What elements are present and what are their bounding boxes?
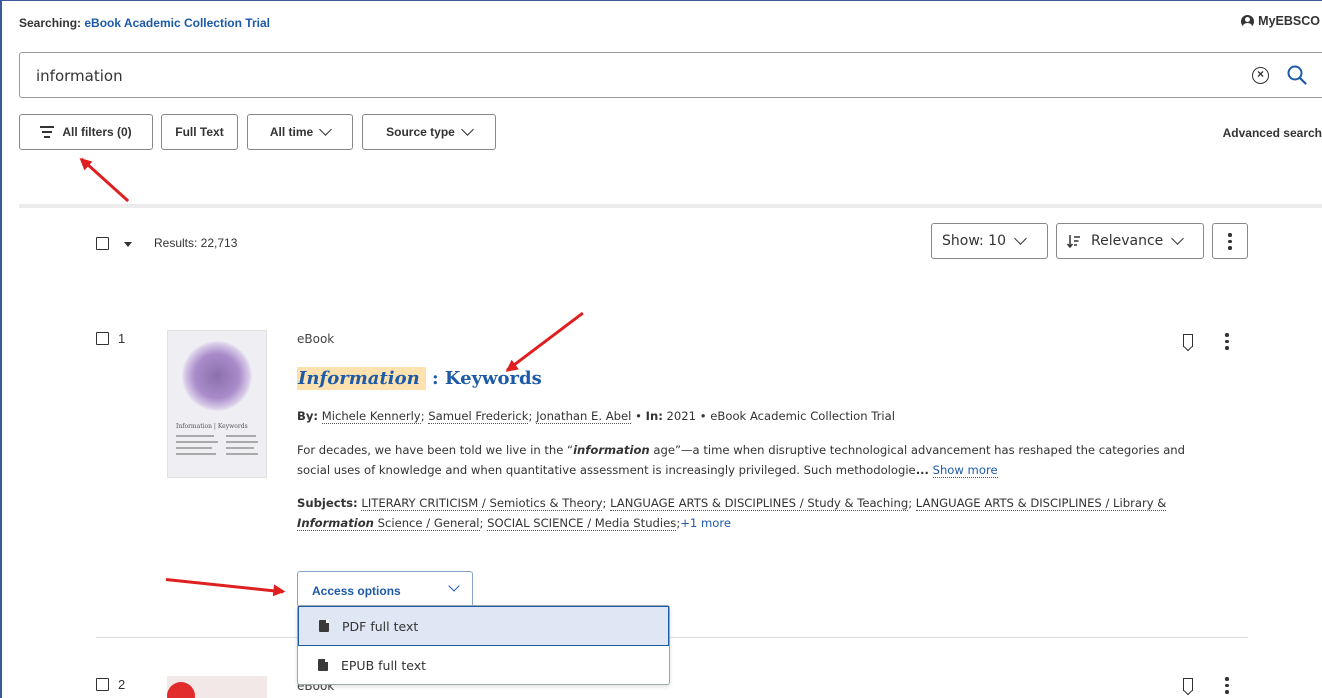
chevron-down-icon bbox=[319, 123, 333, 136]
source-type-dropdown[interactable]: Source type bbox=[362, 114, 496, 150]
more-vertical-icon bbox=[1228, 233, 1232, 250]
book-cover[interactable]: Information | Keywords bbox=[167, 330, 267, 478]
author-link[interactable]: Jonathan E. Abel bbox=[536, 409, 632, 424]
database-link[interactable]: eBook Academic Collection Trial bbox=[84, 16, 270, 30]
pdf-full-text-option[interactable]: PDF full text bbox=[298, 606, 669, 646]
full-text-button[interactable]: Full Text bbox=[161, 114, 238, 150]
author-link[interactable]: Samuel Frederick bbox=[428, 409, 529, 424]
all-time-dropdown[interactable]: All time bbox=[247, 114, 353, 150]
bookmark-icon[interactable] bbox=[1183, 334, 1193, 347]
epub-file-icon bbox=[318, 659, 328, 671]
all-filters-button[interactable]: All filters (0) bbox=[19, 114, 153, 150]
more-subjects-link[interactable]: +1 more bbox=[680, 516, 731, 530]
result-number: 2 bbox=[118, 677, 126, 692]
result-checkbox[interactable] bbox=[96, 332, 109, 345]
section-divider bbox=[19, 204, 1322, 208]
book-cover[interactable] bbox=[167, 676, 267, 698]
select-menu-caret-icon[interactable] bbox=[124, 242, 132, 247]
subject-link[interactable]: LANGUAGE ARTS & DISCIPLINES / Study & Te… bbox=[610, 496, 909, 511]
user-icon bbox=[1241, 14, 1255, 28]
clear-icon[interactable]: × bbox=[1252, 67, 1269, 84]
result-byline: By: Michele Kennerly; Samuel Frederick; … bbox=[297, 409, 895, 424]
subject-link[interactable]: SOCIAL SCIENCE / Media Studies bbox=[487, 516, 677, 531]
results-count: Results: 22,713 bbox=[154, 236, 238, 250]
sort-icon bbox=[1067, 235, 1080, 248]
result-checkbox[interactable] bbox=[96, 678, 109, 691]
chevron-down-icon bbox=[1171, 232, 1185, 245]
bookmark-icon[interactable] bbox=[1183, 678, 1193, 691]
result-number: 1 bbox=[118, 331, 126, 346]
result-subjects: Subjects: LITERARY CRITICISM / Semiotics… bbox=[297, 496, 1167, 531]
access-options-dropdown[interactable]: Access options bbox=[297, 571, 473, 607]
filter-icon bbox=[40, 126, 55, 138]
myebsco-button[interactable]: MyEBSCO bbox=[1241, 14, 1320, 28]
result-divider bbox=[96, 637, 1248, 638]
chevron-down-icon bbox=[448, 580, 460, 592]
more-vertical-icon[interactable] bbox=[1225, 677, 1229, 694]
result-abstract: For decades, we have been told we live i… bbox=[297, 443, 1186, 478]
sort-dropdown[interactable]: Relevance bbox=[1056, 223, 1204, 259]
chevron-down-icon bbox=[460, 123, 474, 136]
search-box: × bbox=[19, 52, 1322, 98]
search-icon[interactable] bbox=[1286, 64, 1308, 86]
page-size-dropdown[interactable]: Show: 10 bbox=[931, 223, 1048, 259]
searching-label: Searching: eBook Academic Collection Tri… bbox=[19, 16, 270, 30]
search-input[interactable] bbox=[36, 65, 1186, 87]
author-link[interactable]: Michele Kennerly bbox=[321, 409, 421, 424]
more-vertical-icon[interactable] bbox=[1225, 333, 1229, 350]
show-more-link[interactable]: Show more bbox=[932, 463, 998, 478]
epub-full-text-option[interactable]: EPUB full text bbox=[298, 646, 669, 686]
select-all-checkbox[interactable] bbox=[96, 237, 109, 250]
advanced-search-link[interactable]: Advanced search bbox=[1223, 126, 1322, 140]
chevron-down-icon bbox=[1014, 232, 1027, 245]
subject-link[interactable]: LITERARY CRITICISM / Semiotics & Theory bbox=[361, 496, 603, 511]
pdf-file-icon bbox=[319, 620, 329, 632]
results-more-button[interactable] bbox=[1212, 223, 1248, 259]
access-options-menu: PDF full text EPUB full text bbox=[297, 605, 670, 685]
publication-type: eBook bbox=[297, 332, 335, 346]
